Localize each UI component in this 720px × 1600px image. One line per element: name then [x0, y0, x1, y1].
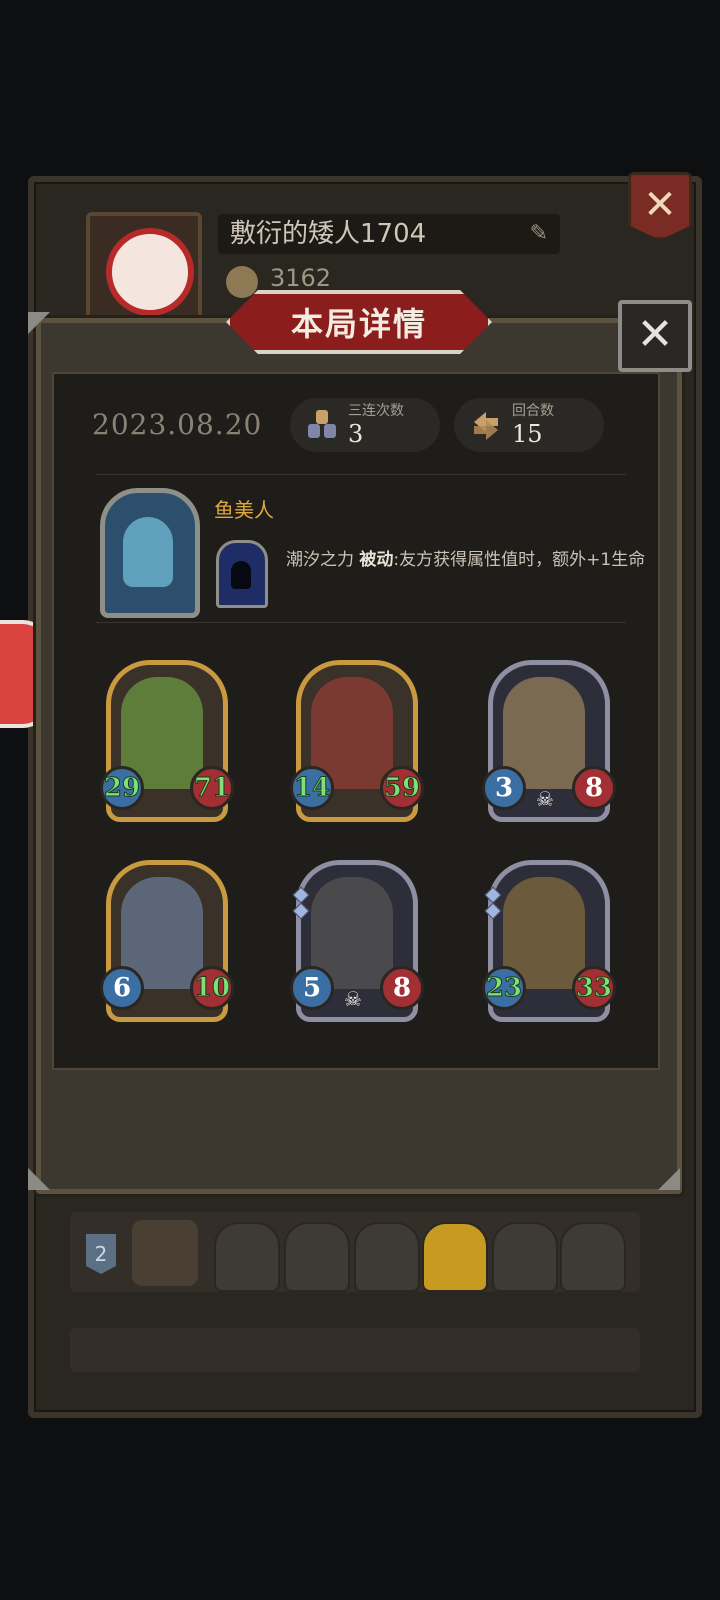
triple-count-label: 三连次数 — [348, 403, 404, 419]
player-name: 敷衍的矮人1704 — [230, 219, 427, 249]
row-unit-portrait — [214, 1222, 280, 1292]
unit-health: 59 — [380, 766, 424, 810]
unit-attack: 23 — [482, 966, 526, 1010]
divider — [96, 474, 626, 475]
modal-title: 本局详情 — [290, 305, 427, 343]
triple-count-value: 3 — [348, 420, 364, 448]
unit-attack: 6 — [100, 966, 144, 1010]
modal-title-banner: 本局详情 — [226, 290, 492, 354]
unit-health: 71 — [190, 766, 234, 810]
coin-count: 3162 — [270, 264, 332, 292]
round-count-stat: 回合数 15 — [454, 398, 604, 452]
edit-pencil-icon[interactable]: ✎ — [530, 214, 548, 254]
row-unit-portrait — [422, 1222, 488, 1292]
coin-icon — [226, 266, 258, 298]
upgrade-gem-icon — [292, 902, 310, 920]
close-button[interactable]: ✕ — [618, 300, 692, 372]
round-count-value: 15 — [512, 420, 543, 448]
skill-name: 潮汐之力 — [286, 550, 354, 570]
unit-attack: 5 — [290, 966, 334, 1010]
upgrade-gem-icon — [484, 902, 502, 920]
unit-attack: 14 — [290, 766, 334, 810]
row-unit-portrait — [284, 1222, 350, 1292]
player-name-field[interactable]: 敷衍的矮人1704 ✎ — [218, 214, 560, 254]
skill-icon[interactable] — [216, 540, 268, 608]
skill-desc: :友方获得属性值时，额外+1生命 — [393, 550, 646, 570]
unit-health: 10 — [190, 966, 234, 1010]
row-unit-portrait — [492, 1222, 558, 1292]
unit-health: 8 — [572, 766, 616, 810]
unit-attack: 3 — [482, 766, 526, 810]
triple-icon — [308, 410, 336, 438]
row-unit-portrait — [560, 1222, 626, 1292]
skill-type: 被动 — [359, 550, 394, 570]
divider — [96, 622, 626, 623]
rounds-icon — [474, 412, 498, 440]
player-avatar[interactable] — [86, 212, 202, 324]
unit-attack: 29 — [100, 766, 144, 810]
hero-name: 鱼美人 — [214, 498, 274, 522]
unit-health: 33 — [572, 966, 616, 1010]
rank-badge: 2 — [86, 1234, 116, 1274]
deathrattle-skull-icon: ☠ — [536, 787, 554, 811]
skill-description: 潮汐之力 被动:友方获得属性值时，额外+1生命 — [286, 548, 646, 572]
triple-count-stat: 三连次数 3 — [290, 398, 440, 452]
unit-health: 8 — [380, 966, 424, 1010]
round-count-label: 回合数 — [512, 403, 554, 419]
deathrattle-skull-icon: ☠ — [344, 987, 362, 1011]
match-date: 2023.08.20 — [92, 408, 263, 441]
hero-portrait[interactable] — [100, 488, 200, 618]
row-hero-portrait — [132, 1220, 198, 1286]
match-history-row[interactable] — [70, 1328, 640, 1372]
row-unit-portrait — [354, 1222, 420, 1292]
match-history-row[interactable]: 2 — [70, 1212, 640, 1292]
